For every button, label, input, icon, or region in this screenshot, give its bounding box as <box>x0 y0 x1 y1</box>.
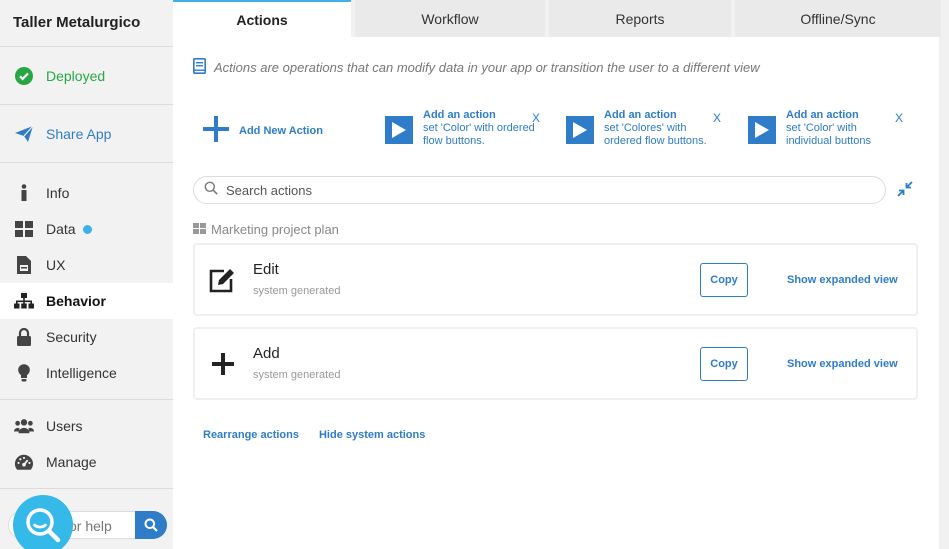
suggestion-title: Add an action <box>786 109 859 121</box>
tab-offline-sync[interactable]: Offline/Sync <box>735 0 941 37</box>
bottom-links: Rearrange actions Hide system actions <box>203 429 445 441</box>
play-icon <box>566 116 594 144</box>
search-actions-input[interactable]: Search actions <box>193 176 886 204</box>
deployed-label: Deployed <box>46 67 106 84</box>
sidebar-item-label: Data <box>46 221 76 237</box>
sidebar-nav: Info Data UX Behavior Security Intellige… <box>0 163 173 400</box>
suggestion-desc: set 'Color' with individual buttons <box>786 122 872 147</box>
play-icon <box>385 116 413 144</box>
help-search-button[interactable] <box>135 511 167 539</box>
sidebar-item-label: Users <box>46 418 83 434</box>
grid-icon <box>193 222 206 237</box>
sidebar-item-intelligence[interactable]: Intelligence <box>0 355 173 391</box>
dismiss-suggestion-button[interactable]: X <box>532 111 540 125</box>
suggestion-desc: set 'Colores' with ordered flow buttons. <box>604 122 707 147</box>
tab-workflow[interactable]: Workflow <box>355 0 545 37</box>
sidebar-item-label: Info <box>46 185 70 201</box>
info-icon <box>14 183 34 203</box>
show-expanded-view-link[interactable]: Show expanded view <box>787 358 898 370</box>
assistant-search-fab[interactable] <box>13 495 73 549</box>
paper-plane-icon <box>14 124 34 144</box>
add-new-action-button[interactable]: Add New Action <box>203 116 323 145</box>
sidebar-nav-secondary: Users Manage <box>0 400 173 489</box>
sidebar-item-label: Behavior <box>46 293 106 309</box>
sidebar-share-block: Share App <box>0 105 173 163</box>
deployed-status[interactable]: Deployed <box>0 47 173 104</box>
search-icon <box>144 518 158 532</box>
sidebar-item-security[interactable]: Security <box>0 319 173 355</box>
sidebar-item-data[interactable]: Data <box>0 211 173 247</box>
suggested-action-3[interactable]: Add an action set 'Color' with individual… <box>748 109 908 149</box>
sidebar-item-label: Intelligence <box>46 365 117 381</box>
action-card-add[interactable]: Add system generated Copy Show expanded … <box>193 327 918 400</box>
dismiss-suggestion-button[interactable]: X <box>895 111 903 125</box>
add-new-action-label: Add New Action <box>239 124 323 137</box>
dismiss-suggestion-button[interactable]: X <box>713 111 721 125</box>
edit-icon <box>208 266 238 294</box>
compress-icon[interactable] <box>897 181 913 202</box>
info-text: Actions are operations that can modify d… <box>214 60 760 75</box>
sidebar-item-label: UX <box>46 257 66 273</box>
copy-button[interactable]: Copy <box>700 347 748 381</box>
document-icon <box>14 255 34 275</box>
suggested-action-2[interactable]: Add an action set 'Colores' with ordered … <box>566 109 726 149</box>
magnifier-smile-icon <box>26 508 61 543</box>
sidebar-item-label: Security <box>46 329 97 345</box>
action-name: Edit <box>253 261 279 278</box>
data-notification-dot <box>82 224 92 234</box>
actions-panel: Actions are operations that can modify d… <box>173 37 939 549</box>
lightbulb-icon <box>14 363 34 383</box>
tab-actions[interactable]: Actions <box>173 0 351 37</box>
sidebar-item-behavior[interactable]: Behavior <box>0 283 173 319</box>
table-section-title: Marketing project plan <box>193 222 339 237</box>
sidebar-item-label: Manage <box>46 454 97 470</box>
users-icon <box>14 416 34 436</box>
sitemap-icon <box>14 291 34 311</box>
lock-icon <box>14 327 34 347</box>
top-tabs: Actions Workflow Reports Offline/Sync <box>173 0 949 37</box>
help-search-placeholder: or help <box>69 518 112 534</box>
hide-system-actions-link[interactable]: Hide system actions <box>319 429 425 441</box>
grid-icon <box>14 219 34 239</box>
show-expanded-view-link[interactable]: Show expanded view <box>787 274 898 286</box>
sidebar-status-block: Deployed <box>0 47 173 105</box>
check-circle-icon <box>14 66 34 86</box>
suggested-action-1[interactable]: Add an action set 'Color' with ordered fl… <box>385 109 545 149</box>
share-app-label: Share App <box>46 125 112 142</box>
action-subtitle: system generated <box>253 285 341 297</box>
gauge-icon <box>14 452 34 472</box>
section-title-label: Marketing project plan <box>211 222 339 237</box>
suggestion-desc: set 'Color' with ordered flow buttons. <box>423 122 535 147</box>
sidebar-item-info[interactable]: Info <box>0 175 173 211</box>
plus-icon <box>203 116 229 145</box>
copy-button[interactable]: Copy <box>700 263 748 297</box>
play-icon <box>748 116 776 144</box>
app-title: Taller Metalurgico <box>0 0 173 47</box>
book-icon <box>193 58 206 77</box>
scrollbar[interactable] <box>939 37 949 549</box>
sidebar-item-users[interactable]: Users <box>0 408 173 444</box>
sidebar-item-ux[interactable]: UX <box>0 247 173 283</box>
suggestion-title: Add an action <box>604 109 677 121</box>
sidebar-item-manage[interactable]: Manage <box>0 444 173 480</box>
plus-icon <box>208 350 238 378</box>
share-app-button[interactable]: Share App <box>0 105 173 162</box>
action-name: Add <box>253 345 280 362</box>
search-icon <box>204 181 218 200</box>
action-card-edit[interactable]: Edit system generated Copy Show expanded… <box>193 243 918 316</box>
tab-reports[interactable]: Reports <box>549 0 731 37</box>
search-actions-placeholder: Search actions <box>226 182 312 198</box>
actions-info: Actions are operations that can modify d… <box>193 58 760 77</box>
rearrange-actions-link[interactable]: Rearrange actions <box>203 429 299 441</box>
suggestion-title: Add an action <box>423 109 496 121</box>
sidebar: Taller Metalurgico Deployed Share App In… <box>0 0 173 549</box>
action-subtitle: system generated <box>253 369 341 381</box>
